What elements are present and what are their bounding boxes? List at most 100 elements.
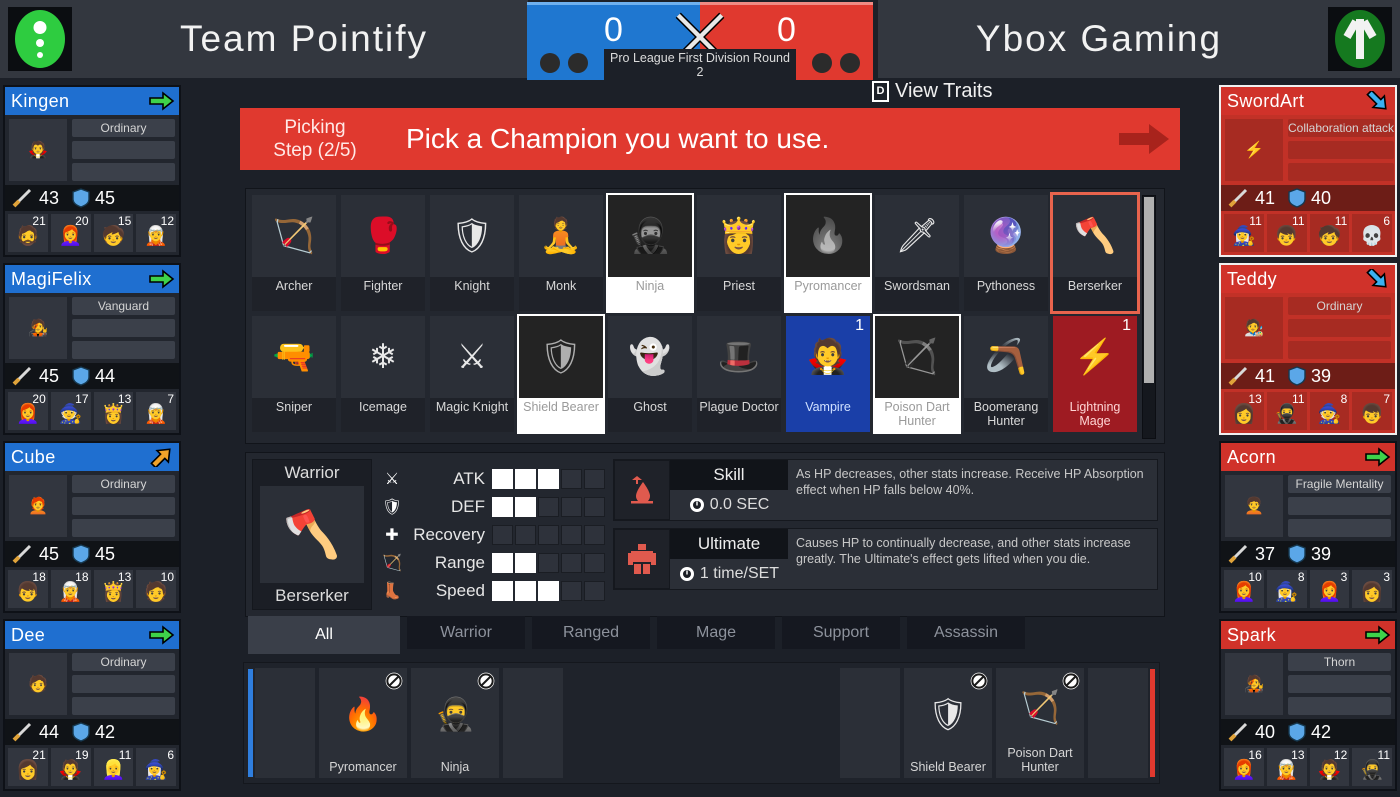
filter-tab-mage[interactable]: Mage bbox=[657, 616, 775, 649]
roster-unit[interactable]: 👦 18 bbox=[8, 570, 48, 608]
player-status-arrow[interactable] bbox=[1361, 444, 1395, 470]
roster-unit[interactable]: 🧒 15 bbox=[93, 214, 134, 252]
player-status-arrow[interactable] bbox=[1361, 622, 1395, 648]
player-status-arrow[interactable] bbox=[1361, 88, 1395, 114]
player-trait-empty bbox=[72, 519, 175, 537]
roster-unit[interactable]: 🧙‍♀️ 8 bbox=[1266, 570, 1307, 608]
champion-card[interactable]: ⚔ Magic Knight bbox=[430, 316, 514, 432]
roster-unit[interactable]: 🧛 12 bbox=[1309, 748, 1350, 786]
champion-card[interactable]: 1 🧛 Vampire bbox=[786, 316, 870, 432]
champion-grid[interactable]: 🏹 Archer 🥊 Fighter 🛡 Knight 🧘 Monk 🥷 Ninja 👸 Priest… bbox=[252, 192, 1140, 437]
class-filter-tabs[interactable]: All Warrior Ranged Mage Support Assassin bbox=[248, 616, 1025, 654]
roster-unit[interactable]: 👩‍🦰 20 bbox=[8, 392, 48, 430]
roster-unit[interactable]: 🧝 18 bbox=[50, 570, 91, 608]
champion-card[interactable]: 1 ⚡ Lightning Mage bbox=[1053, 316, 1137, 432]
roster-unit[interactable]: 💀 6 bbox=[1352, 214, 1392, 252]
roster-unit[interactable]: 👩‍🦰 20 bbox=[50, 214, 91, 252]
roster-unit[interactable]: 🧛 19 bbox=[50, 748, 91, 786]
player-name: MagiFelix bbox=[11, 268, 92, 289]
player-status-arrow[interactable] bbox=[145, 622, 179, 648]
player-card[interactable]: Dee 🧑 Ordinary 44 42 👩 21 🧛 19 👱‍♀️ 11 🧙‍♀️ 6 bbox=[3, 619, 181, 791]
filter-tab-support[interactable]: Support bbox=[782, 616, 900, 649]
champion-card[interactable]: 🧘 Monk bbox=[519, 195, 603, 311]
roster-unit[interactable]: 🧝 7 bbox=[136, 392, 176, 430]
champion-card[interactable]: 🔫 Sniper bbox=[252, 316, 336, 432]
roster-unit[interactable]: 👦 11 bbox=[1266, 214, 1307, 252]
player-card[interactable]: SwordArt ⚡ Collaboration attack 41 40 🧙‍♀️ 11 👦… bbox=[1219, 85, 1397, 257]
champion-card[interactable]: 🛡 Shield Bearer bbox=[517, 314, 605, 434]
roster-unit[interactable]: 👩‍🦰 3 bbox=[1309, 570, 1350, 608]
blue-ban-slot-empty[interactable] bbox=[255, 668, 315, 778]
champion-card[interactable]: 🏹 Poison Dart Hunter bbox=[873, 314, 961, 434]
champion-sprite: 🛡 bbox=[450, 217, 494, 255]
view-traits-button[interactable]: D View Traits bbox=[872, 80, 992, 103]
player-card-header: Cube bbox=[5, 443, 179, 471]
red-ban-slot-empty[interactable] bbox=[840, 668, 900, 778]
scrollbar-thumb[interactable] bbox=[1144, 197, 1154, 383]
champion-card[interactable]: 🪃 Boomerang Hunter bbox=[964, 316, 1048, 432]
roster-unit[interactable]: 👱‍♀️ 11 bbox=[93, 748, 134, 786]
champion-card[interactable]: 🪓 Berserker bbox=[1050, 192, 1140, 314]
roster-unit[interactable]: 👸 13 bbox=[93, 570, 134, 608]
player-card[interactable]: Kingen 🧛 Ordinary 43 45 🧔 21 👩‍🦰 20 🧒 15 🧝 12 bbox=[3, 85, 181, 257]
roster-unit[interactable]: 👩 13 bbox=[1224, 392, 1264, 430]
red-ban-slot-empty-2[interactable] bbox=[1088, 668, 1148, 778]
player-units: 👩‍🦰 16 🧝 13 🧛 12 🥷 11 bbox=[1221, 745, 1395, 789]
champion-card[interactable]: 👻 Ghost bbox=[608, 316, 692, 432]
banned-champion-card[interactable]: 🔥 Pyromancer bbox=[319, 668, 407, 778]
player-card[interactable]: Spark 🧑‍🎤 Thorn 40 42 👩‍🦰 16 🧝 13 🧛 12 🥷 11 bbox=[1219, 619, 1397, 791]
banned-champion-card[interactable]: 🥷 Ninja bbox=[411, 668, 499, 778]
roster-unit[interactable]: 👦 7 bbox=[1352, 392, 1392, 430]
champion-card[interactable]: 🗡 Swordsman bbox=[875, 195, 959, 311]
stat-pip bbox=[492, 580, 513, 601]
roster-unit[interactable]: 👩 21 bbox=[8, 748, 48, 786]
champion-card[interactable]: 🥷 Ninja bbox=[606, 193, 694, 313]
player-status-arrow[interactable] bbox=[145, 88, 179, 114]
roster-unit[interactable]: 🧙‍♀️ 6 bbox=[136, 748, 176, 786]
filter-tab-ranged[interactable]: Ranged bbox=[532, 616, 650, 649]
player-trait-empty bbox=[1288, 319, 1391, 337]
player-status-arrow[interactable] bbox=[145, 266, 179, 292]
champion-card[interactable]: 🔥 Pyromancer bbox=[784, 193, 872, 313]
champion-card[interactable]: 👸 Priest bbox=[697, 195, 781, 311]
roster-unit[interactable]: 🧔 21 bbox=[8, 214, 48, 252]
champion-card[interactable]: ❄ Icemage bbox=[341, 316, 425, 432]
champion-card-name: Monk bbox=[519, 277, 603, 311]
roster-unit[interactable]: 🧙 8 bbox=[1309, 392, 1350, 430]
banned-champion-card[interactable]: 🏹 Poison Dart Hunter bbox=[996, 668, 1084, 778]
view-traits-label: View Traits bbox=[895, 80, 993, 102]
roster-unit[interactable]: 🧝 13 bbox=[1266, 748, 1307, 786]
roster-unit[interactable]: 🧒 11 bbox=[1309, 214, 1350, 252]
player-card[interactable]: MagiFelix 🧑‍🎤 Vanguard 45 44 👩‍🦰 20 🧙 17 👸 13 🧝 7 bbox=[3, 263, 181, 435]
filter-tab-warrior[interactable]: Warrior bbox=[407, 616, 525, 649]
filter-tab-assassin[interactable]: Assassin bbox=[907, 616, 1025, 649]
player-card[interactable]: Acorn 🧑‍🦱 Fragile Mentality 37 39 👩‍🦰 10 🧙‍♀️ 8 👩… bbox=[1219, 441, 1397, 613]
player-card[interactable]: Cube 🧑‍🦰 Ordinary 45 45 👦 18 🧝 18 👸 13 🧑 10 bbox=[3, 441, 181, 613]
player-status-arrow[interactable] bbox=[1361, 266, 1395, 292]
champion-card[interactable]: 🔮 Pythoness bbox=[964, 195, 1048, 311]
player-card[interactable]: Teddy 🧑‍🎨 Ordinary 41 39 👩 13 🥷 11 🧙 8 👦 7 bbox=[1219, 263, 1397, 435]
roster-unit[interactable]: 🧝 12 bbox=[136, 214, 176, 252]
champion-card[interactable]: 🏹 Archer bbox=[252, 195, 336, 311]
roster-unit[interactable]: 👩‍🦰 16 bbox=[1224, 748, 1264, 786]
right-arrow-icon bbox=[149, 625, 175, 645]
roster-unit[interactable]: 🧙 17 bbox=[50, 392, 91, 430]
champion-card[interactable]: 🛡 Knight bbox=[430, 195, 514, 311]
player-status-arrow[interactable] bbox=[145, 444, 179, 470]
filter-tab-all[interactable]: All bbox=[248, 616, 400, 654]
roster-unit[interactable]: 👸 13 bbox=[93, 392, 134, 430]
banned-champion-card[interactable]: 🛡 Shield Bearer bbox=[904, 668, 992, 778]
champion-card[interactable]: 🎩 Plague Doctor bbox=[697, 316, 781, 432]
blue-ban-slot-empty-2[interactable] bbox=[503, 668, 563, 778]
champion-card[interactable]: 🥊 Fighter bbox=[341, 195, 425, 311]
roster-unit[interactable]: 👩 3 bbox=[1352, 570, 1392, 608]
roster-unit[interactable]: 👩‍🦰 10 bbox=[1224, 570, 1264, 608]
champion-grid-scrollbar[interactable] bbox=[1142, 195, 1156, 439]
stat-label: Speed bbox=[435, 580, 485, 600]
roster-unit[interactable]: 🥷 11 bbox=[1352, 748, 1392, 786]
roster-unit[interactable]: 🧙‍♀️ 11 bbox=[1224, 214, 1264, 252]
roster-unit[interactable]: 🥷 11 bbox=[1266, 392, 1307, 430]
champion-card-name: Pyromancer bbox=[786, 277, 870, 311]
player-trait-empty bbox=[1288, 519, 1391, 537]
roster-unit[interactable]: 🧑 10 bbox=[136, 570, 176, 608]
